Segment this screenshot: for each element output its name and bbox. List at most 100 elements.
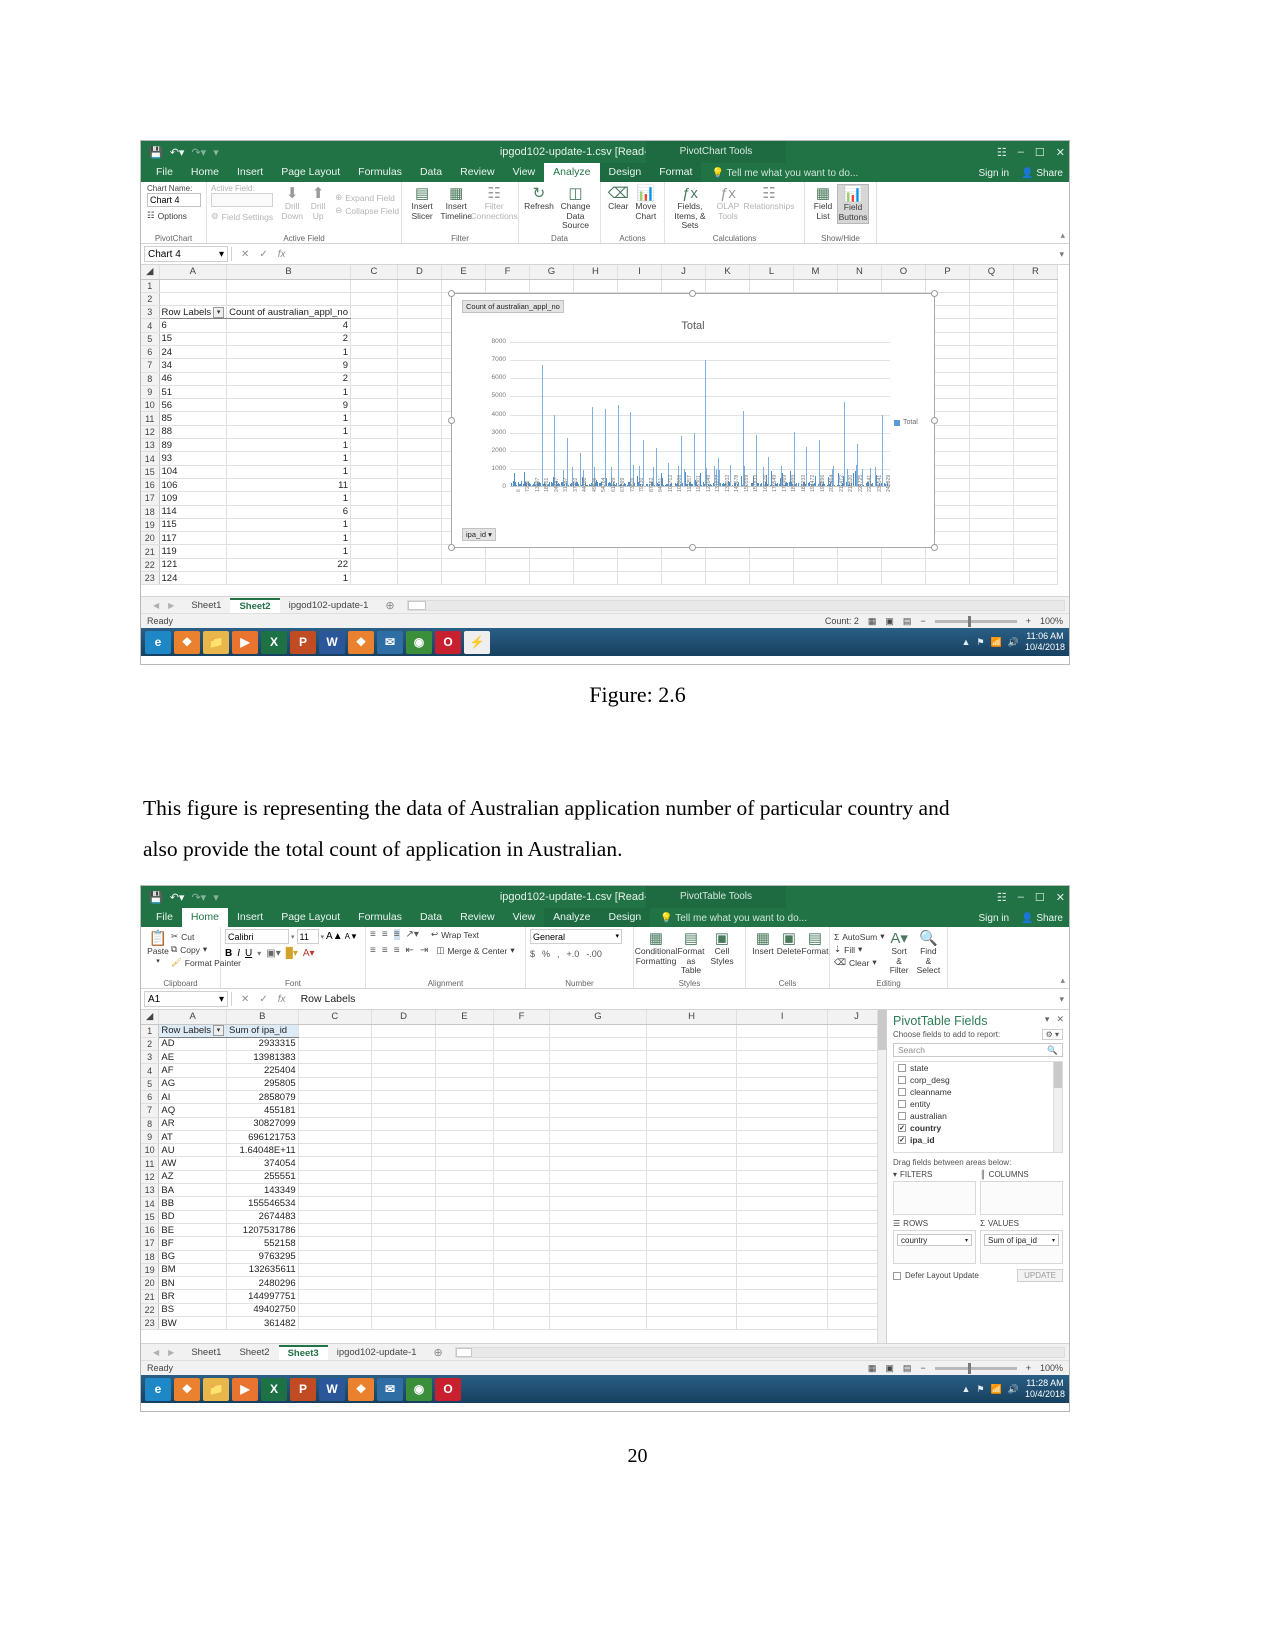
update-button[interactable]: UPDATE [1017,1269,1063,1282]
ribbon-display-icon[interactable]: ☷ [997,146,1007,159]
notification-icon[interactable]: ⚑ [976,637,984,648]
cell-empty[interactable] [493,1196,551,1211]
horizontal-scrollbar-2[interactable] [454,1346,1065,1358]
fields-items-sets-button[interactable]: ƒx Fields, Items, & Sets [669,184,711,232]
row-header[interactable]: 22 [141,1303,160,1318]
firefox2-icon[interactable]: ❖ [348,1377,374,1401]
cell-empty[interactable] [736,1316,828,1331]
tab-data[interactable]: Data [411,908,451,927]
merge-center-button[interactable]: ◫ Merge & Center ▾ [436,945,514,956]
row-header[interactable]: 10 [141,1143,160,1158]
normal-view-icon[interactable]: ▦ [868,616,877,627]
cell-count-value[interactable] [226,292,351,307]
tab-formulas[interactable]: Formulas [349,163,411,182]
cell-empty[interactable] [1013,478,1058,493]
table-row[interactable]: 15 BD 2674483 [141,1210,886,1224]
cell-empty[interactable] [371,1024,436,1038]
cell-empty[interactable] [646,1263,738,1278]
cell-empty[interactable] [397,279,442,293]
cell-country-code[interactable]: AT [158,1130,227,1145]
row-header[interactable]: 13 [141,1183,160,1198]
chevron-down-icon[interactable]: ▾ [1052,1237,1055,1244]
cell-empty[interactable] [1013,425,1058,440]
table-row[interactable]: 1 Row Labels ▾ Sum of ipa_id [141,1024,886,1038]
cell-empty[interactable] [549,1117,647,1131]
page-break-icon[interactable]: ▤ [903,1363,912,1374]
undo-icon[interactable]: ↶▾ [170,146,185,159]
cell-empty[interactable] [646,1316,738,1331]
cell-empty[interactable] [493,1303,551,1318]
decrease-decimal-icon[interactable]: -.00 [586,949,602,959]
cell-sum-value[interactable]: 455181 [226,1103,299,1118]
cell-sum-value[interactable]: 361482 [226,1316,299,1331]
table-row[interactable]: 11 AW 374054 [141,1156,886,1171]
cell-empty[interactable] [350,332,398,346]
field-buttons-button[interactable]: 📊 Field Buttons [837,184,869,224]
cell-empty[interactable] [350,544,398,559]
cell-empty[interactable] [1013,385,1058,400]
font-size-chevron-down-icon[interactable]: ▾ [321,933,325,941]
align-left-icon[interactable]: ≡ [370,945,376,956]
excel-icon[interactable]: X [261,630,287,654]
cell-empty[interactable] [397,451,442,466]
field-checkbox[interactable] [898,1088,906,1096]
col-header-A[interactable]: A [159,265,228,280]
cell-empty[interactable] [435,1103,495,1118]
expand-formula-bar-icon[interactable]: ▾ [1059,994,1066,1005]
row-header[interactable]: 5 [141,1077,160,1091]
pivot-field-list[interactable]: state corp_desg cleanname entity australian ✓… [893,1061,1063,1153]
sheet-nav-arrows[interactable]: ◀ ▶ [145,601,182,610]
cell-empty[interactable] [371,1077,436,1091]
table-row[interactable]: 14 BB 155546534 [141,1196,886,1211]
fx-icon[interactable]: fx [278,249,286,260]
cell-empty[interactable] [736,1103,828,1118]
row-header[interactable]: 22 [141,558,160,573]
cell-empty[interactable] [573,558,618,573]
tab-insert[interactable]: Insert [228,163,272,182]
cell-styles-button[interactable]: ▣ Cell Styles [708,929,736,967]
font-color-icon[interactable]: A▾ [303,948,315,959]
cell-empty[interactable] [371,1196,436,1211]
cell-empty[interactable] [1013,305,1058,320]
restore-icon[interactable]: ☐ [1035,891,1045,904]
cell-count-value[interactable]: 1 [226,425,351,440]
formula-bar-2[interactable]: A1 ▾ ✕ ✓ fx Row Labels ▾ [141,989,1069,1010]
collapse-ribbon-icon[interactable]: ▴ [1060,230,1065,241]
currency-icon[interactable]: $ [530,949,535,959]
cell-empty[interactable] [350,438,398,453]
cell-empty[interactable] [969,571,1014,586]
cell-sum-value[interactable]: 143349 [226,1183,299,1198]
cell-empty[interactable] [549,1037,647,1052]
cell-empty[interactable] [1013,465,1058,479]
cancel-icon[interactable]: ✕ [241,994,249,1005]
cell-empty[interactable] [298,1263,373,1278]
cell-empty[interactable] [1013,279,1058,293]
cell-row-label[interactable]: 93 [159,451,228,466]
minimize-icon[interactable]: – [1018,146,1024,158]
zoom-out-icon[interactable]: − [920,1363,925,1373]
folder-icon[interactable]: 📁 [203,1377,229,1401]
window-buttons-2[interactable]: ☷ – ☐ ✕ [997,886,1065,908]
row-header[interactable]: 18 [141,505,160,519]
search-input[interactable]: Search 🔍 [893,1043,1063,1057]
chart-field-button-axis[interactable]: ipa_id ▾ [462,528,496,541]
cell-empty[interactable] [736,1289,828,1304]
ribbon-analyze[interactable]: Chart Name: Chart 4 ☷ Options PivotChart… [141,182,1069,244]
cell-empty[interactable] [298,1210,373,1224]
row-header[interactable]: 2 [141,292,160,307]
cell-country-code[interactable]: AZ [158,1170,227,1185]
close-icon[interactable]: ✕ [1056,1014,1064,1025]
col-header-I[interactable]: I [736,1010,828,1025]
cell-country-code[interactable]: AE [158,1050,227,1065]
wrap-text-button[interactable]: ↩ Wrap Text [431,929,479,940]
insert-slicer-button[interactable]: ▤ Insert Slicer [406,184,438,222]
name-box-2[interactable]: A1 ▾ [144,991,228,1007]
drill-up-button[interactable]: ⬆ Drill Up [305,184,331,222]
cell-empty[interactable] [969,465,1014,479]
cell-empty[interactable] [549,1077,647,1091]
cell-empty[interactable] [435,1156,495,1171]
collapse-ribbon-icon[interactable]: ▴ [1060,975,1065,986]
field-list-scrollbar[interactable] [1053,1062,1062,1152]
cell-empty[interactable] [646,1196,738,1211]
cell-empty[interactable] [298,1037,373,1052]
